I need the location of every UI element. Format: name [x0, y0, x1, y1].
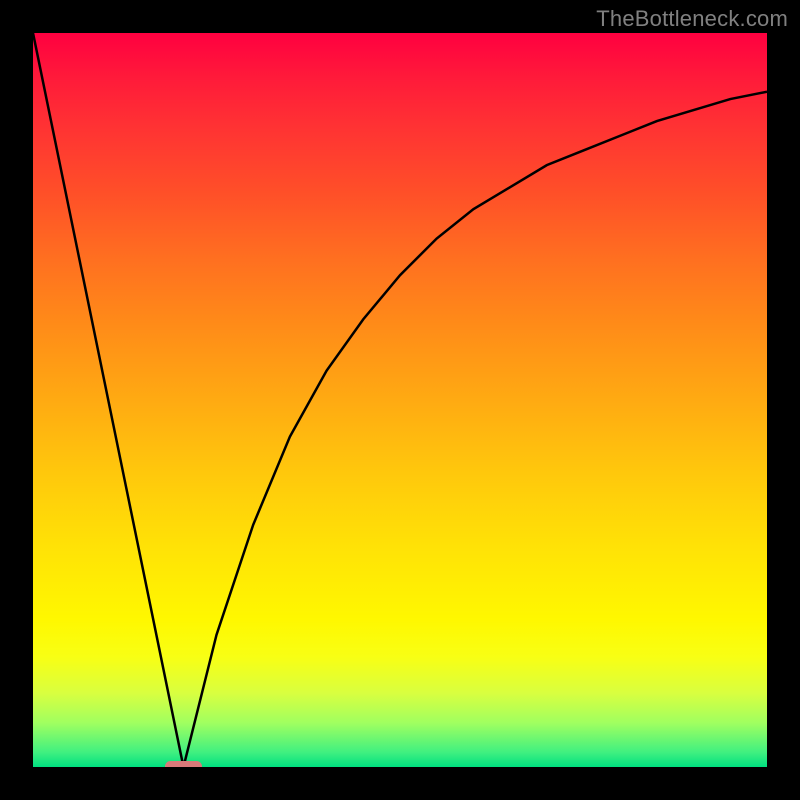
plot-area	[33, 33, 767, 767]
curve-layer	[33, 33, 767, 767]
bottleneck-curve	[33, 33, 767, 767]
minimum-marker	[165, 761, 202, 767]
chart-frame: TheBottleneck.com	[0, 0, 800, 800]
watermark-text: TheBottleneck.com	[596, 6, 788, 32]
